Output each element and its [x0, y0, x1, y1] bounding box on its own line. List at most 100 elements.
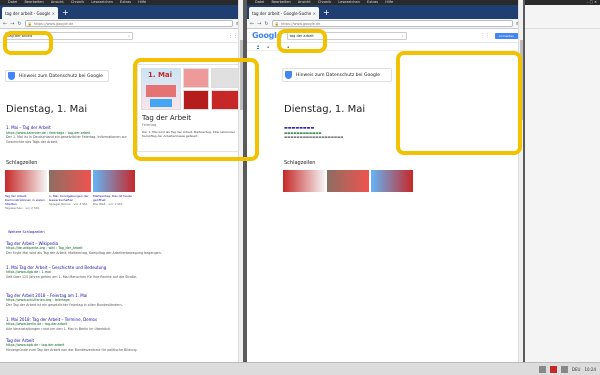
shield-icon	[8, 72, 15, 80]
more-news-link[interactable]: Weitere Schlagzeilen	[8, 230, 45, 234]
menu-item-history[interactable]: Chronik	[71, 0, 84, 4]
news-meta: Die Welt · vor 1 Std.	[93, 202, 124, 206]
privacy-notice-text: Hinweis zum Datenschutz bei Google	[296, 72, 380, 78]
news-image	[327, 170, 369, 192]
shield-icon	[285, 71, 292, 79]
search-result: Tag der Arbeit https://www.bpb.de › tag-…	[6, 338, 226, 352]
date-heading: Dienstag, 1. Mai	[6, 104, 88, 115]
reload-icon[interactable]: ↻	[17, 21, 21, 27]
privacy-notice[interactable]: Hinweis zum Datenschutz bei Google	[282, 68, 392, 82]
network-icon[interactable]	[538, 365, 546, 373]
tab-bar: tag der arbeit - Google-Suche ✕ +	[0, 5, 243, 19]
menu-item-history[interactable]: Chronik	[318, 0, 331, 4]
search-result: Tag der Arbeit 2018 – Feiertag am 1. Mai…	[6, 293, 226, 307]
search-icon[interactable]: ⌕	[128, 33, 130, 39]
top-result: 1. Mai – Tag der Arbeit https://www.kale…	[6, 125, 130, 144]
news-image	[93, 170, 135, 192]
news-image	[371, 170, 413, 192]
menu-item-edit[interactable]: Bearbeiten	[271, 0, 290, 4]
highlight-knowledge-panel	[133, 58, 259, 161]
news-card[interactable]	[283, 170, 325, 194]
highlight-right-search	[277, 29, 327, 53]
search-result: 1. Mai 2018: Tag der Arbeit – Termine, D…	[6, 317, 226, 331]
apps-icon[interactable]: ⋮⋮	[228, 33, 238, 39]
menu-item-tools[interactable]: Extras	[120, 0, 131, 4]
forward-icon[interactable]: →	[257, 21, 261, 27]
reload-icon[interactable]: ↻	[264, 21, 268, 27]
news-heading: Schlagzeilen	[284, 160, 316, 166]
date-heading: Dienstag, 1. Mai	[284, 104, 366, 115]
back-icon[interactable]: ←	[250, 21, 254, 27]
toolbar-area	[525, 5, 600, 29]
top-result-desc: Der 1. Mai ist in Deutschland ein gesetz…	[6, 135, 127, 144]
news-meta: Spiegel Online · vor 3 Std.	[49, 202, 89, 206]
highlight-left-search	[3, 31, 53, 55]
tab-google-search[interactable]: tag der arbeit - Google-Suche ✕	[2, 7, 58, 19]
menu-item-edit[interactable]: Bearbeiten	[24, 0, 43, 4]
top-result-desc: ▬▬▬▬▬▬▬▬▬▬▬▬▬▬▬▬▬▬▬	[284, 135, 344, 140]
search-result: 1. Mai Tag der Arbeit – Geschichte und B…	[6, 265, 226, 279]
scrollbar[interactable]	[238, 0, 243, 362]
forward-icon[interactable]: →	[10, 21, 14, 27]
apps-icon[interactable]: ⋮⋮	[480, 33, 490, 39]
result-desc: Der Erste Mai wird als Tag der Arbeit, M…	[6, 250, 162, 255]
keyboard-language[interactable]: DEU	[572, 367, 581, 372]
volume-icon[interactable]	[560, 365, 568, 373]
news-image	[283, 170, 325, 192]
browser-window-far: – □ ✕	[525, 0, 600, 362]
tab-all[interactable]: ▪	[257, 44, 260, 49]
tab-news[interactable]: ▪	[267, 45, 269, 49]
close-icon[interactable]: ✕	[313, 11, 316, 16]
close-icon[interactable]: ✕	[52, 11, 55, 16]
nav-toolbar: ← → ↻ 🔒 https://www.google.de ≡	[0, 19, 243, 29]
news-card[interactable]	[371, 170, 413, 194]
tab-title: tag der arbeit - Google-Suche	[252, 10, 311, 16]
menu-item-bookmarks[interactable]: Lesezeichen	[91, 0, 113, 4]
result-desc: Seit über 125 Jahren gehen am 1. Mai Men…	[6, 274, 138, 279]
news-grid	[283, 170, 413, 194]
menu-item-view[interactable]: Ansicht	[51, 0, 64, 4]
new-tab-icon[interactable]: +	[323, 7, 330, 19]
url-text: https://www.google.de	[280, 21, 321, 26]
new-tab-icon[interactable]: +	[62, 7, 69, 19]
news-meta: Tagesschau · vor 2 Std.	[5, 206, 40, 210]
news-card[interactable]: 1. Mai: Kundgebungen der Gewerkschaften …	[49, 170, 91, 210]
menu-item-view[interactable]: Ansicht	[298, 0, 311, 4]
url-bar[interactable]: 🔒 https://www.google.de	[271, 20, 513, 27]
menu-item-tools[interactable]: Extras	[367, 0, 378, 4]
maximize-icon[interactable]: □	[590, 0, 593, 4]
tab-google-search[interactable]: tag der arbeit - Google-Suche ✕	[249, 7, 319, 19]
clock[interactable]: 10:24	[584, 367, 596, 372]
news-grid: Tag der Arbeit: Demonstrationen in viele…	[5, 170, 135, 210]
news-card[interactable]: Maifeiertag: Das ist heute geöffnet Die …	[93, 170, 135, 210]
highlight-missing-panel	[396, 51, 522, 155]
search-icon[interactable]: ⌕	[402, 33, 404, 39]
search-result: Tag der Arbeit – Wikipedia https://de.wi…	[6, 241, 226, 255]
result-desc: Alle Veranstaltungen rund um den 1. Mai …	[6, 326, 112, 331]
desktop: Datei Bearbeiten Ansicht Chronik Lesezei…	[0, 0, 600, 375]
menu-item-file[interactable]: Datei	[8, 0, 17, 4]
menu-item-help[interactable]: Hilfe	[385, 0, 393, 4]
news-card[interactable]: Tag der Arbeit: Demonstrationen in viele…	[5, 170, 47, 210]
menu-item-help[interactable]: Hilfe	[138, 0, 146, 4]
privacy-notice-text: Hinweis zum Datenschutz bei Google	[19, 73, 103, 79]
news-heading: Schlagzeilen	[6, 160, 38, 166]
app-icon[interactable]	[549, 365, 557, 373]
nav-toolbar: ← → ↻ 🔒 https://www.google.de ≡	[247, 19, 523, 29]
menu-item-bookmarks[interactable]: Lesezeichen	[338, 0, 360, 4]
minimize-icon[interactable]: –	[587, 0, 589, 4]
top-result: ▬▬▬▬▬▬▬▬ ▬▬▬▬▬▬▬▬▬▬▬▬ ▬▬▬▬▬▬▬▬▬▬▬▬▬▬▬▬▬▬…	[284, 125, 414, 140]
back-icon[interactable]: ←	[3, 21, 7, 27]
url-text: https://www.google.de	[33, 21, 74, 26]
news-card[interactable]	[327, 170, 369, 194]
signin-button[interactable]: Anmelden	[494, 32, 518, 39]
news-caption: Maifeiertag: Das ist heute geöffnet	[93, 194, 132, 202]
news-caption: Tag der Arbeit: Demonstrationen in viele…	[5, 194, 45, 206]
url-bar[interactable]: 🔒 https://www.google.de	[24, 20, 233, 27]
privacy-notice[interactable]: Hinweis zum Datenschutz bei Google	[5, 70, 109, 82]
result-desc: Hintergründe zum Tag der Arbeit von der …	[6, 347, 138, 352]
menu-item-file[interactable]: Datei	[255, 0, 264, 4]
close-icon[interactable]: ✕	[594, 0, 597, 4]
news-image	[49, 170, 91, 192]
lock-icon: 🔒	[274, 21, 279, 26]
